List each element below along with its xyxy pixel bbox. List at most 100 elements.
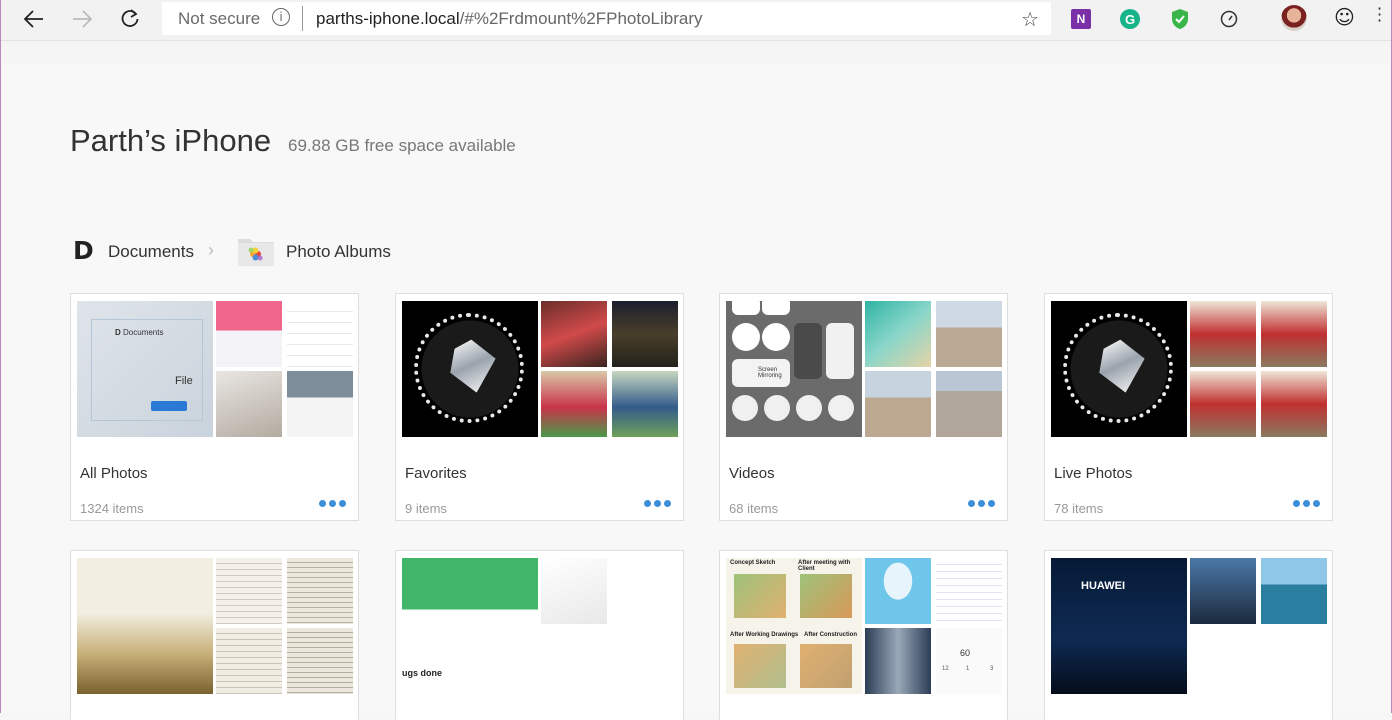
refresh-icon[interactable] bbox=[114, 4, 146, 34]
info-icon[interactable]: i bbox=[272, 8, 290, 26]
album-cover-image bbox=[77, 558, 213, 694]
thumb-text: After meeting with Client bbox=[798, 560, 851, 572]
album-thumbnails: Concept Sketch After meeting with Client… bbox=[726, 558, 1003, 694]
album-name: All Photos bbox=[80, 465, 148, 482]
album-count: 78 items bbox=[1054, 501, 1104, 516]
free-space-info: 69.88 GB free space available bbox=[288, 136, 516, 155]
album-thumbnail bbox=[541, 371, 607, 437]
album-thumbnail bbox=[216, 628, 282, 694]
album-card[interactable]: HUAWEI bbox=[1044, 550, 1333, 720]
album-thumbnails bbox=[1051, 301, 1328, 437]
forward-arrow-icon[interactable] bbox=[66, 4, 98, 34]
album-thumbnails bbox=[77, 558, 354, 694]
album-cover-image: Screen Mirroring bbox=[726, 301, 862, 437]
breadcrumb-documents[interactable]: Documents bbox=[108, 242, 194, 262]
album-thumbnail: 60 12 1 3 bbox=[936, 628, 1002, 694]
album-thumbnail bbox=[1190, 371, 1256, 437]
album-thumbnails: HUAWEI bbox=[1051, 558, 1328, 694]
album-cover-image: HUAWEI bbox=[1051, 558, 1187, 694]
album-thumbnail bbox=[541, 301, 607, 367]
thumb-text: File bbox=[175, 375, 193, 387]
album-thumbnail bbox=[936, 301, 1002, 367]
album-more-options-icon[interactable] bbox=[644, 500, 671, 507]
album-count: 1324 items bbox=[80, 501, 144, 516]
album-thumbnails: Screen Mirroring bbox=[726, 301, 1003, 437]
chevron-right-icon: › bbox=[208, 240, 214, 260]
thumb-text: Concept Sketch bbox=[730, 560, 776, 566]
album-thumbnail bbox=[865, 628, 931, 694]
back-arrow-icon[interactable] bbox=[18, 4, 50, 34]
thumb-text: After Working Drawings bbox=[730, 632, 799, 638]
album-cover-image: D Documents File bbox=[77, 301, 213, 437]
album-more-options-icon[interactable] bbox=[319, 500, 346, 507]
album-card[interactable]: Concept Sketch After meeting with Client… bbox=[719, 550, 1008, 720]
album-thumbnail bbox=[865, 371, 931, 437]
album-thumbnail bbox=[1261, 301, 1327, 367]
photos-folder-icon[interactable] bbox=[237, 235, 275, 267]
thumb-text: 60 bbox=[960, 648, 971, 658]
thumb-text: After Construction bbox=[804, 632, 857, 638]
address-divider bbox=[302, 6, 303, 31]
album-thumbnail bbox=[216, 371, 282, 437]
album-card[interactable]: ugs done bbox=[395, 550, 684, 720]
album-thumbnail bbox=[1190, 558, 1256, 624]
thumb-text: 3 bbox=[990, 666, 994, 672]
album-card[interactable] bbox=[70, 550, 359, 720]
speedometer-icon[interactable] bbox=[1218, 8, 1240, 30]
thumb-text: HUAWEI bbox=[1081, 580, 1125, 592]
browser-toolbar: Not secure i parths-iphone.local/#%2Frdm… bbox=[1, 0, 1391, 40]
more-menu-icon[interactable]: · · · bbox=[1377, 1, 1382, 29]
thumb-text: Screen Mirroring bbox=[732, 359, 790, 387]
address-bar[interactable]: Not secure i parths-iphone.local/#%2Frdm… bbox=[162, 2, 1051, 35]
url-path: /#%2Frdmount%2FPhotoLibrary bbox=[459, 9, 703, 28]
favorites-bar bbox=[1, 40, 1391, 66]
album-card-all-photos[interactable]: D Documents File All Photos 1324 items bbox=[70, 293, 359, 521]
album-thumbnail bbox=[865, 301, 931, 367]
album-thumbnail bbox=[287, 371, 353, 437]
album-name: Videos bbox=[729, 465, 775, 482]
album-card-live-photos[interactable]: Live Photos 78 items bbox=[1044, 293, 1333, 521]
album-thumbnail bbox=[287, 628, 353, 694]
album-thumbnail bbox=[865, 558, 931, 624]
album-thumbnail bbox=[216, 558, 282, 624]
album-name: Live Photos bbox=[1054, 465, 1133, 482]
album-thumbnail bbox=[287, 558, 353, 624]
onenote-extension-icon[interactable]: N bbox=[1071, 9, 1091, 29]
thumb-text: ugs done bbox=[402, 668, 442, 678]
album-thumbnail bbox=[287, 301, 353, 367]
album-thumbnail bbox=[216, 301, 282, 367]
profile-avatar[interactable] bbox=[1281, 5, 1307, 31]
album-thumbnail bbox=[541, 628, 607, 694]
album-card-favorites[interactable]: Favorites 9 items bbox=[395, 293, 684, 521]
album-thumbnail bbox=[936, 558, 1002, 624]
album-count: 9 items bbox=[405, 501, 447, 516]
url-text[interactable]: parths-iphone.local/#%2Frdmount%2FPhotoL… bbox=[316, 9, 703, 29]
album-thumbnails: D Documents File bbox=[77, 301, 354, 437]
album-cover-image bbox=[1051, 301, 1187, 437]
album-thumbnail bbox=[541, 558, 607, 624]
page-title: Parth’s iPhone bbox=[70, 123, 272, 158]
album-cover-image: Concept Sketch After meeting with Client… bbox=[726, 558, 862, 694]
album-thumbnail bbox=[612, 371, 678, 437]
star-icon[interactable]: ☆ bbox=[1021, 7, 1039, 32]
url-host: parths-iphone.local bbox=[316, 9, 460, 28]
thumb-text: Documents bbox=[123, 328, 164, 337]
album-cover-image bbox=[402, 301, 538, 437]
album-card-videos[interactable]: Screen Mirroring Videos 68 items bbox=[719, 293, 1008, 521]
breadcrumb-photo-albums[interactable]: Photo Albums bbox=[286, 242, 391, 262]
album-count: 68 items bbox=[729, 501, 779, 516]
grammarly-extension-icon[interactable]: G bbox=[1120, 9, 1140, 29]
album-thumbnail bbox=[1261, 371, 1327, 437]
security-status[interactable]: Not secure bbox=[178, 9, 260, 29]
album-thumbnail bbox=[1190, 301, 1256, 367]
album-more-options-icon[interactable] bbox=[968, 500, 995, 507]
shield-extension-icon[interactable] bbox=[1169, 8, 1191, 30]
album-thumbnail bbox=[612, 301, 678, 367]
album-thumbnail bbox=[1261, 558, 1327, 624]
album-thumbnail bbox=[936, 371, 1002, 437]
album-cover-image: ugs done bbox=[402, 558, 538, 694]
page-content: Parth’s iPhone 69.88 GB free space avail… bbox=[1, 65, 1391, 720]
album-more-options-icon[interactable] bbox=[1293, 500, 1320, 507]
feedback-smiley-icon[interactable]: ☺ bbox=[1334, 5, 1355, 29]
documents-app-icon[interactable]: D bbox=[73, 238, 94, 264]
